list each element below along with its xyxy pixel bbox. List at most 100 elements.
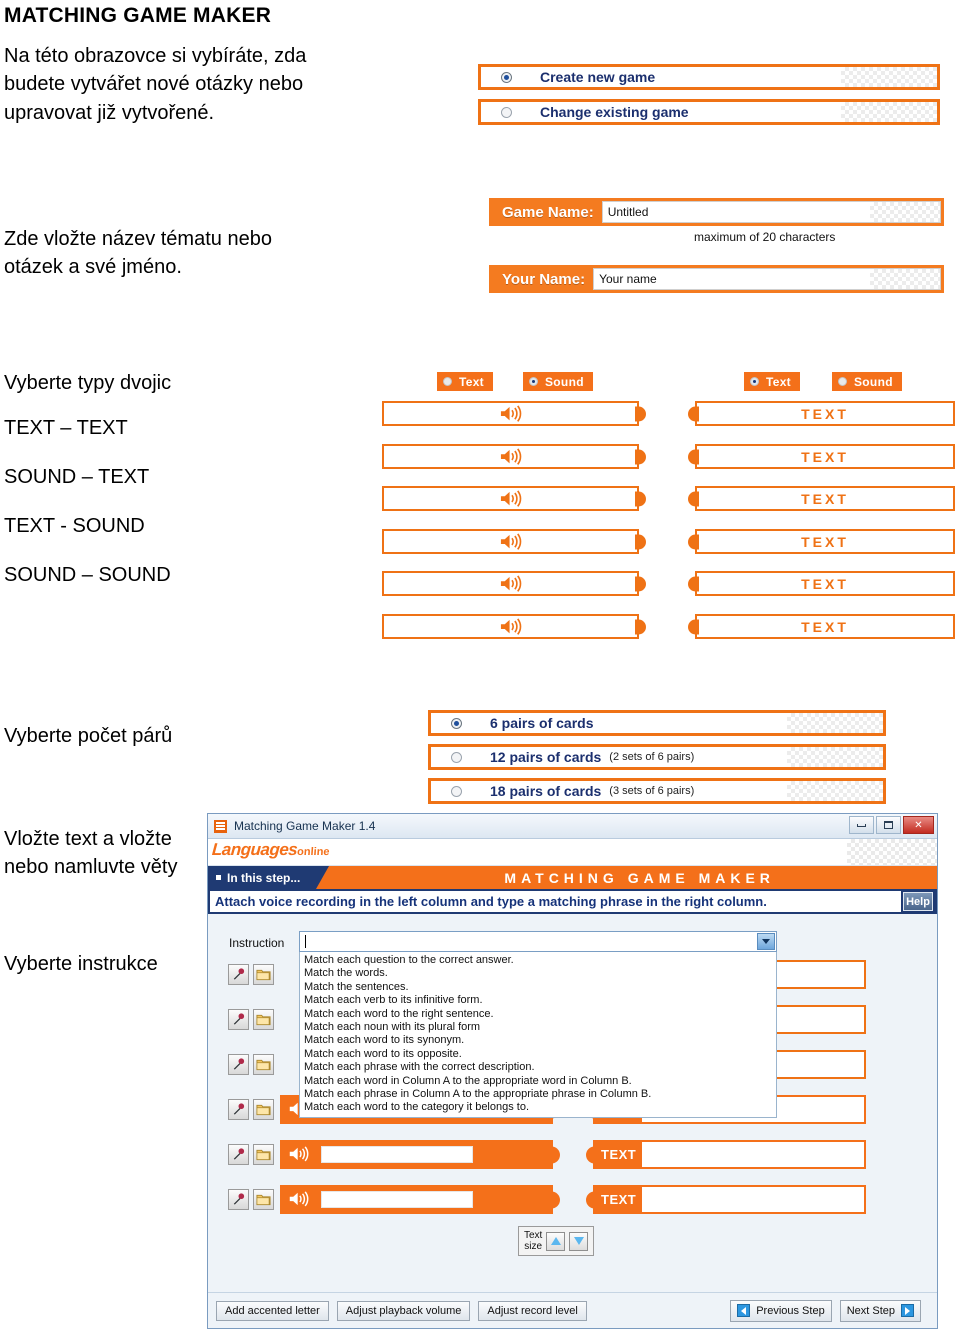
sound-row-left[interactable] (280, 1185, 553, 1214)
record-button[interactable] (228, 1054, 249, 1075)
radio-indicator[interactable] (451, 751, 462, 763)
adjust-record-level-button[interactable]: Adjust record level (478, 1300, 587, 1321)
radio-indicator[interactable] (443, 377, 452, 386)
record-button[interactable] (228, 1099, 249, 1120)
open-file-button[interactable] (253, 1099, 274, 1120)
sound-row-left[interactable] (382, 571, 639, 596)
text-row-right[interactable]: TEXT (593, 1185, 866, 1214)
dropdown-option[interactable]: Match each noun with its plural form (304, 1021, 776, 1034)
game-name-label: Game Name: (502, 203, 594, 221)
adjust-playback-volume-button[interactable]: Adjust playback volume (336, 1300, 471, 1321)
minimize-button[interactable] (849, 816, 874, 834)
dropdown-option[interactable]: Match each question to the correct answe… (304, 954, 776, 967)
sound-row-left[interactable] (382, 614, 639, 639)
step-banner: In this step... MATCHING GAME MAKER (208, 866, 937, 889)
radio-indicator[interactable] (501, 106, 512, 118)
text-row-right[interactable]: TEXT (695, 614, 955, 639)
radio-indicator[interactable] (451, 785, 462, 797)
dropdown-option[interactable]: Match each word to the right sentence. (304, 1008, 776, 1021)
next-step-label: Next Step (846, 1304, 895, 1317)
checker-pattern (841, 102, 937, 122)
sound-row-input[interactable] (321, 1191, 473, 1208)
dropdown-option[interactable]: Match the sentences. (304, 981, 776, 994)
next-step-button[interactable]: Next Step (839, 1299, 921, 1322)
your-name-input[interactable]: Your name (593, 268, 941, 290)
text-row-label: TEXT (801, 618, 849, 635)
text-row-right[interactable]: TEXT (695, 444, 955, 469)
open-file-button[interactable] (253, 964, 274, 985)
sound-row-left[interactable] (280, 1140, 553, 1169)
text-row-input[interactable] (642, 1187, 864, 1212)
sound-row-input[interactable] (321, 1146, 473, 1163)
dropdown-option[interactable]: Match each verb to its infinitive form. (304, 994, 776, 1007)
checker-pattern (787, 781, 883, 801)
instruction-combobox[interactable] (299, 931, 777, 952)
step-tab-label: In this step... (227, 870, 301, 885)
chip-right-text[interactable]: Text (744, 372, 800, 391)
radio-indicator[interactable] (501, 71, 512, 83)
sound-row-left[interactable] (382, 529, 639, 554)
maximize-button[interactable] (876, 816, 901, 834)
instruction-dropdown-list[interactable]: Match each question to the correct answe… (299, 952, 777, 1118)
text-size-decrease-button[interactable] (569, 1231, 589, 1251)
dropdown-option[interactable]: Match each word to its synonym. (304, 1034, 776, 1047)
chip-left-text[interactable]: Text (437, 372, 493, 391)
radio-row-change-existing-game[interactable]: Change existing game (478, 99, 940, 125)
radio-row-create-new-game[interactable]: Create new game (478, 64, 940, 90)
radio-row-6-pairs[interactable]: 6 pairs of cards (428, 710, 886, 736)
sound-row-left[interactable] (382, 401, 639, 426)
text-row-right[interactable]: TEXT (593, 1140, 866, 1169)
record-button[interactable] (228, 1189, 249, 1210)
speaker-icon (500, 575, 521, 592)
radio-indicator[interactable] (838, 377, 847, 386)
chevron-down-icon[interactable] (757, 933, 775, 950)
game-name-input[interactable]: Untitled (601, 201, 941, 223)
radio-indicator[interactable] (750, 377, 759, 386)
open-file-button[interactable] (253, 1009, 274, 1030)
open-file-button[interactable] (253, 1144, 274, 1165)
window-titlebar[interactable]: Matching Game Maker 1.4 ✕ (208, 814, 937, 839)
speaker-icon-wrap (288, 1146, 310, 1162)
sound-row-left[interactable] (382, 486, 639, 511)
record-button[interactable] (228, 964, 249, 985)
text-row-input[interactable] (642, 1142, 864, 1167)
chip-right-sound[interactable]: Sound (832, 372, 902, 391)
languages-online-logo: Languagesonline (211, 840, 330, 860)
game-name-field-row[interactable]: Game Name: Untitled (489, 198, 944, 226)
folder-icon (256, 1014, 271, 1026)
text-row-right[interactable]: TEXT (695, 529, 955, 554)
your-name-field-row[interactable]: Your Name: Your name (489, 265, 944, 293)
dropdown-option[interactable]: Match each phrase with the correct descr… (304, 1061, 776, 1074)
close-icon[interactable]: ✕ (903, 816, 934, 834)
open-file-button[interactable] (253, 1189, 274, 1210)
open-file-button[interactable] (253, 1054, 274, 1075)
radio-indicator[interactable] (529, 377, 538, 386)
help-button[interactable]: Help (903, 892, 933, 911)
previous-step-button[interactable]: Previous Step (730, 1299, 832, 1322)
text-size-increase-button[interactable] (546, 1231, 566, 1251)
text-row-right[interactable]: TEXT (695, 486, 955, 511)
dropdown-option[interactable]: Match each word in Column A to the appro… (304, 1075, 776, 1088)
radio-row-18-pairs[interactable]: 18 pairs of cards (3 sets of 6 pairs) (428, 778, 886, 804)
radio-indicator[interactable] (451, 717, 462, 729)
checker-pattern (787, 747, 883, 767)
dropdown-option[interactable]: Match each word to its opposite. (304, 1048, 776, 1061)
radio-row-12-pairs[interactable]: 12 pairs of cards (2 sets of 6 pairs) (428, 744, 886, 770)
text-row-label: TEXT (801, 575, 849, 592)
text-row-right[interactable]: TEXT (695, 571, 955, 596)
dropdown-option[interactable]: Match each phrase in Column A to the app… (304, 1088, 776, 1101)
text-row-right[interactable]: TEXT (695, 401, 955, 426)
dropdown-option[interactable]: Match each word to the category it belon… (304, 1101, 776, 1114)
speaker-icon (500, 405, 521, 422)
checker-pattern (870, 269, 940, 289)
triangle-down-icon (573, 1237, 584, 1245)
checker-pattern (847, 839, 937, 865)
record-button[interactable] (228, 1009, 249, 1030)
chip-left-sound[interactable]: Sound (523, 372, 593, 391)
record-button[interactable] (228, 1144, 249, 1165)
add-accented-letter-button[interactable]: Add accented letter (216, 1300, 329, 1321)
speaker-icon (500, 533, 521, 550)
dropdown-option[interactable]: Match the words. (304, 967, 776, 980)
microphone-icon (233, 968, 245, 980)
sound-row-left[interactable] (382, 444, 639, 469)
